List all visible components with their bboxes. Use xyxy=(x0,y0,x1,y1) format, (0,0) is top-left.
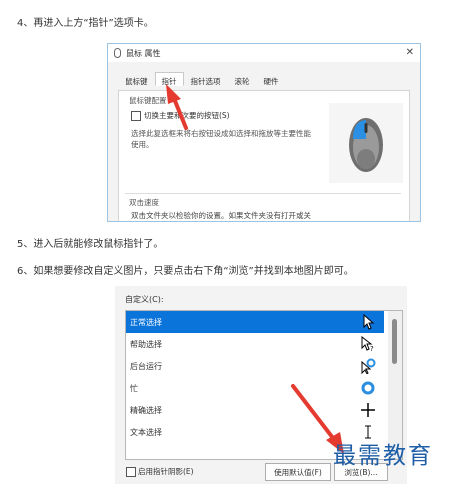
red-arrow-browse-icon xyxy=(291,384,338,444)
watermark-logo: 最需教育 xyxy=(333,443,433,469)
red-arrowhead-tab-icon xyxy=(166,84,181,104)
annotation-arrows xyxy=(166,84,344,454)
